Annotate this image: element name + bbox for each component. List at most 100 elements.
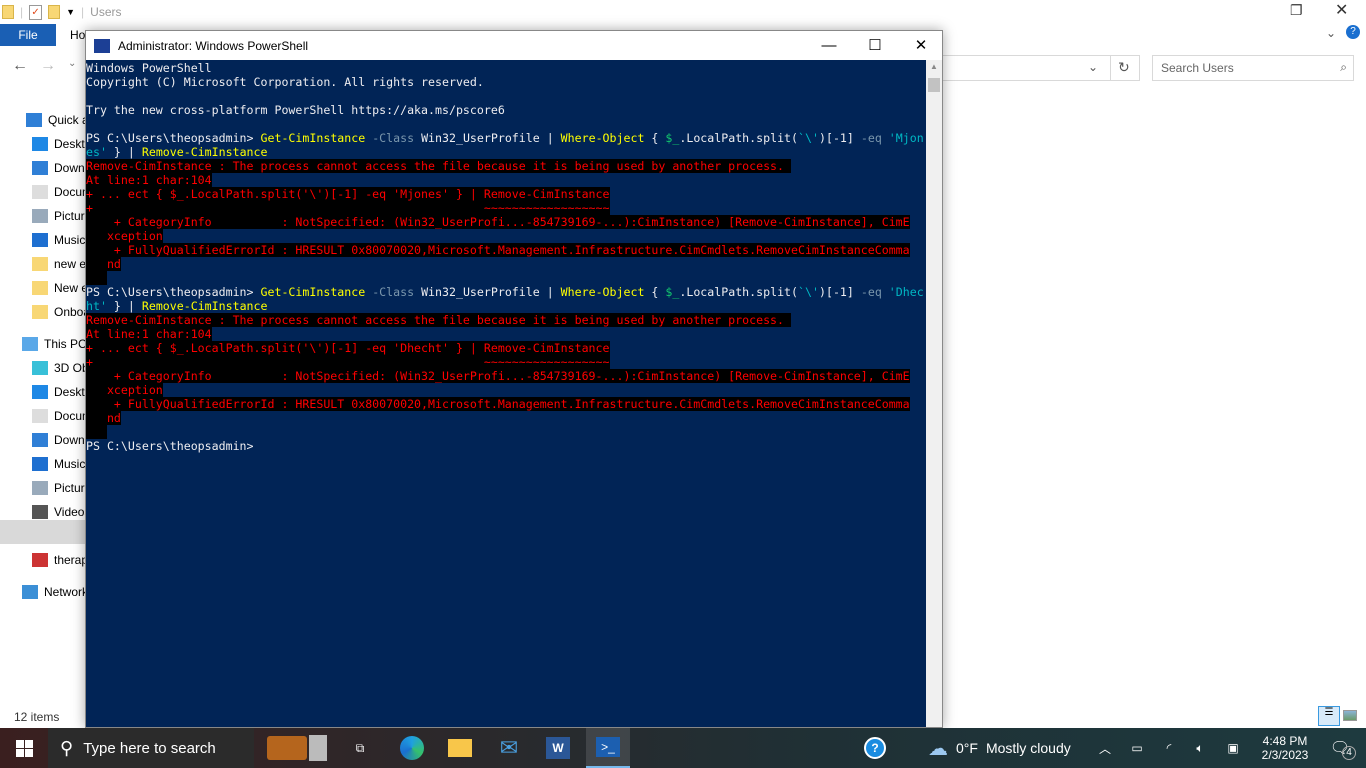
console-text: $_ [665, 131, 680, 145]
properties-icon[interactable]: ✓ [29, 4, 43, 20]
console-text: At line:1 char:104 [86, 327, 212, 341]
pc-icon [22, 337, 38, 351]
videos-icon [32, 505, 48, 519]
console-text: .LocalPath.split( [679, 285, 799, 299]
task-view-icon[interactable]: ⧉ [340, 728, 380, 768]
vertical-scrollbar[interactable]: ▲ [926, 60, 942, 727]
scroll-up-icon[interactable]: ▲ [930, 62, 938, 71]
recent-locations-icon[interactable]: ⌄ [68, 58, 76, 69]
weather-widget[interactable]: ☁ 0°F Mostly cloudy [928, 728, 1088, 768]
console-line: PS C:\Users\theopsadmin> Get-CimInstance… [86, 131, 927, 145]
home-tab[interactable]: Ho [70, 28, 85, 42]
start-button[interactable] [0, 728, 48, 768]
new-folder-icon[interactable] [48, 5, 61, 19]
console-line: + CategoryInfo : NotSpecified: (Win32_Us… [86, 369, 927, 383]
network-icon[interactable]: ◜ [1158, 728, 1180, 768]
restore-icon[interactable]: ❐ [1290, 2, 1303, 19]
battery-icon[interactable]: ▭ [1126, 728, 1148, 768]
folder-icon [32, 257, 48, 271]
details-view-button[interactable]: ☰ [1318, 706, 1340, 726]
action-center-button[interactable]: 🗨︎ 4 [1320, 728, 1360, 768]
console-line: + FullyQualifiedErrorId : HRESULT 0x8007… [86, 243, 927, 257]
time: 4:48 PM [1262, 734, 1308, 748]
help-icon[interactable]: ? [1346, 25, 1360, 39]
console-text: } | [106, 145, 142, 159]
folder-icon [32, 305, 48, 319]
maximize-button[interactable]: ☐ [852, 31, 898, 60]
nav-item-label: Network [44, 585, 89, 599]
console-text: + ... ect { $_.LocalPath.split('\')[-1] … [86, 187, 610, 201]
windows-logo-icon [15, 739, 33, 757]
close-icon[interactable]: ✕ [1335, 0, 1348, 20]
console-text: )[-1] [818, 131, 861, 145]
console-line: Remove-CimInstance : The process cannot … [86, 313, 927, 327]
console-line: + FullyQualifiedErrorId : HRESULT 0x8007… [86, 397, 927, 411]
minimize-button[interactable]: — [806, 31, 852, 60]
console-text: .LocalPath.split( [679, 131, 799, 145]
word-icon[interactable]: W [538, 728, 578, 768]
meet-now-icon[interactable]: ▣ [1220, 728, 1246, 768]
back-icon[interactable]: ← [12, 57, 28, 75]
console-line: PS C:\Users\theopsadmin> Get-CimInstance… [86, 285, 927, 299]
console-text: )[-1] [818, 285, 861, 299]
nav-item[interactable]: Music [32, 452, 85, 476]
nav-item-label: Music [54, 233, 86, 247]
console-line: + ~~~~~~~~~~~~~~~~~~ [86, 201, 927, 215]
search-highlight-icon[interactable] [262, 728, 332, 768]
address-bar[interactable]: ⌄ ↻ [940, 55, 1140, 81]
console-text: Where-Object [560, 131, 645, 145]
console-text: `\' [798, 131, 819, 145]
help-icon[interactable]: ? [860, 728, 890, 768]
search-input[interactable]: Search Users ⌕ [1152, 55, 1354, 81]
volume-icon[interactable]: 🔈︎ [1188, 728, 1212, 768]
nav-item-label: therap [54, 553, 89, 567]
console-text: + ... ect { $_.LocalPath.split('\')[-1] … [86, 341, 610, 355]
pictures-icon [32, 481, 48, 495]
console-line: nd [86, 257, 927, 271]
nav-item[interactable]: New e [32, 276, 88, 300]
console-output[interactable]: Windows PowerShell Copyright (C) Microsof… [86, 60, 927, 727]
search-placeholder: Type here to search [83, 739, 216, 757]
window-title: Users [90, 5, 122, 19]
scrollbar-thumb[interactable] [928, 78, 940, 92]
nav-item[interactable]: Music [32, 228, 85, 252]
address-dropdown-icon[interactable]: ⌄ [1088, 60, 1098, 74]
refresh-icon[interactable]: ↻ [1118, 59, 1130, 76]
edge-icon[interactable] [392, 728, 432, 768]
nav-item[interactable]: Onboa [32, 300, 90, 324]
console-text: { [644, 131, 666, 145]
close-button[interactable]: ✕ [898, 31, 944, 60]
console-text: + CategoryInfo : NotSpecified: (Win32_Us… [86, 215, 910, 229]
console-line: xception [86, 383, 927, 397]
document-icon [32, 185, 48, 199]
console-line: + ... ect { $_.LocalPath.split('\')[-1] … [86, 341, 927, 355]
nav-item[interactable]: This PC [22, 332, 87, 356]
search-icon: ⚲ [60, 737, 74, 758]
console-text: Win32_UserProfile | [421, 131, 561, 145]
powershell-taskbar-icon[interactable]: >_ [586, 728, 630, 768]
nav-item[interactable]: Network [22, 580, 88, 604]
console-text: + CategoryInfo : NotSpecified: (Win32_Us… [86, 369, 910, 383]
show-hidden-icons-icon[interactable]: ︿ [1094, 728, 1116, 768]
large-icons-view-button[interactable] [1343, 710, 1357, 721]
console-text: PS C:\Users\theopsadmin> [86, 131, 261, 145]
file-tab[interactable]: File [0, 24, 56, 46]
console-text: Copyright (C) Microsoft Corporation. All… [86, 75, 484, 89]
console-text: Remove-CimInstance : The process cannot … [86, 313, 791, 327]
star-icon [26, 113, 42, 127]
taskbar-search-box[interactable]: ⚲ Type here to search [48, 728, 254, 768]
customize-dropdown-icon[interactable]: ▼ [66, 7, 75, 17]
forward-icon[interactable]: → [40, 57, 56, 75]
console-text: + ~~~~~~~~~~~~~~~~~~ [86, 201, 610, 215]
nav-item[interactable]: therap [32, 548, 88, 572]
file-explorer-icon[interactable] [440, 728, 480, 768]
clock[interactable]: 4:48 PM 2/3/2023 [1252, 728, 1318, 768]
nav-item[interactable]: new e [32, 252, 86, 276]
console-line: Try the new cross-platform PowerShell ht… [86, 103, 927, 117]
music-icon [32, 233, 48, 247]
powershell-window[interactable]: Administrator: Windows PowerShell — ☐ ✕ … [85, 30, 943, 728]
ribbon-expand-icon[interactable]: ⌄ [1326, 26, 1336, 40]
console-text: nd [86, 257, 121, 271]
mail-icon[interactable]: ✉ [489, 728, 529, 768]
console-line: Copyright (C) Microsoft Corporation. All… [86, 75, 927, 89]
